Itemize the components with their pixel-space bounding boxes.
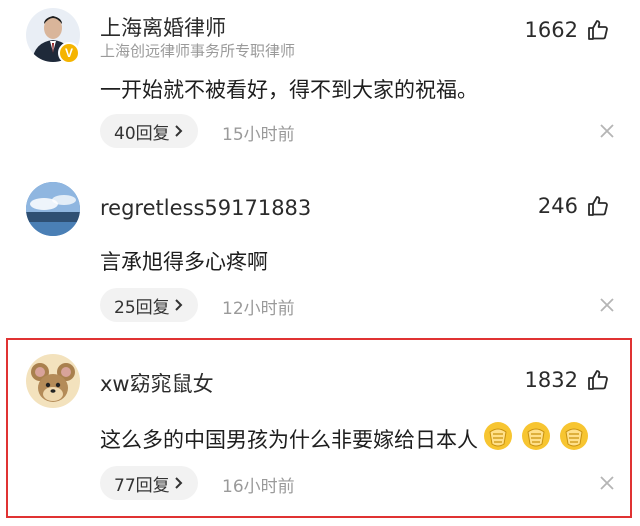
like-button[interactable]: 1832	[525, 368, 610, 392]
like-count: 1662	[524, 18, 578, 42]
close-icon[interactable]	[600, 298, 614, 312]
avatar[interactable]	[26, 354, 80, 408]
comment-text-row: 这么多的中国男孩为什么非要嫁给日本人	[100, 420, 592, 457]
like-count: 246	[537, 194, 578, 218]
like-button[interactable]: 1662	[525, 18, 610, 42]
user-subtitle: 上海创远律师事务所专职律师	[100, 42, 296, 60]
like-button[interactable]: 246	[538, 194, 610, 218]
reply-button[interactable]: 40回复	[100, 114, 198, 148]
reply-button[interactable]: 25回复	[100, 288, 198, 322]
verified-badge-icon: V	[58, 42, 80, 64]
thumbs-up-icon	[588, 196, 608, 216]
chevron-right-icon	[174, 299, 183, 311]
username[interactable]: 上海离婚律师	[100, 12, 226, 42]
chevron-right-icon	[174, 125, 183, 137]
like-count: 1832	[524, 368, 578, 392]
comment-text: 这么多的中国男孩为什么非要嫁给日本人	[100, 427, 478, 452]
reply-button[interactable]: 77回复	[100, 466, 198, 500]
reply-count: 25回复	[114, 297, 170, 318]
thumbs-up-icon	[588, 370, 608, 390]
reply-count: 77回复	[114, 475, 170, 496]
close-icon[interactable]	[600, 476, 614, 490]
clapping-emoji-icon	[480, 420, 516, 457]
thumbs-up-icon	[588, 20, 608, 40]
timestamp: 15小时前	[222, 125, 295, 145]
comment-text: 一开始就不被看好，得不到大家的祝福。	[100, 78, 478, 102]
reply-count: 40回复	[114, 123, 170, 144]
username[interactable]: xw窈窕鼠女	[100, 368, 214, 398]
username[interactable]: regretless59171883	[100, 196, 311, 220]
clapping-emoji-icon	[556, 420, 592, 457]
timestamp: 16小时前	[222, 477, 295, 497]
comment-text: 言承旭得多心疼啊	[100, 250, 268, 274]
close-icon[interactable]	[600, 124, 614, 138]
clapping-emoji-icon	[518, 420, 554, 457]
chevron-right-icon	[174, 477, 183, 489]
avatar[interactable]	[26, 182, 80, 236]
timestamp: 12小时前	[222, 299, 295, 319]
